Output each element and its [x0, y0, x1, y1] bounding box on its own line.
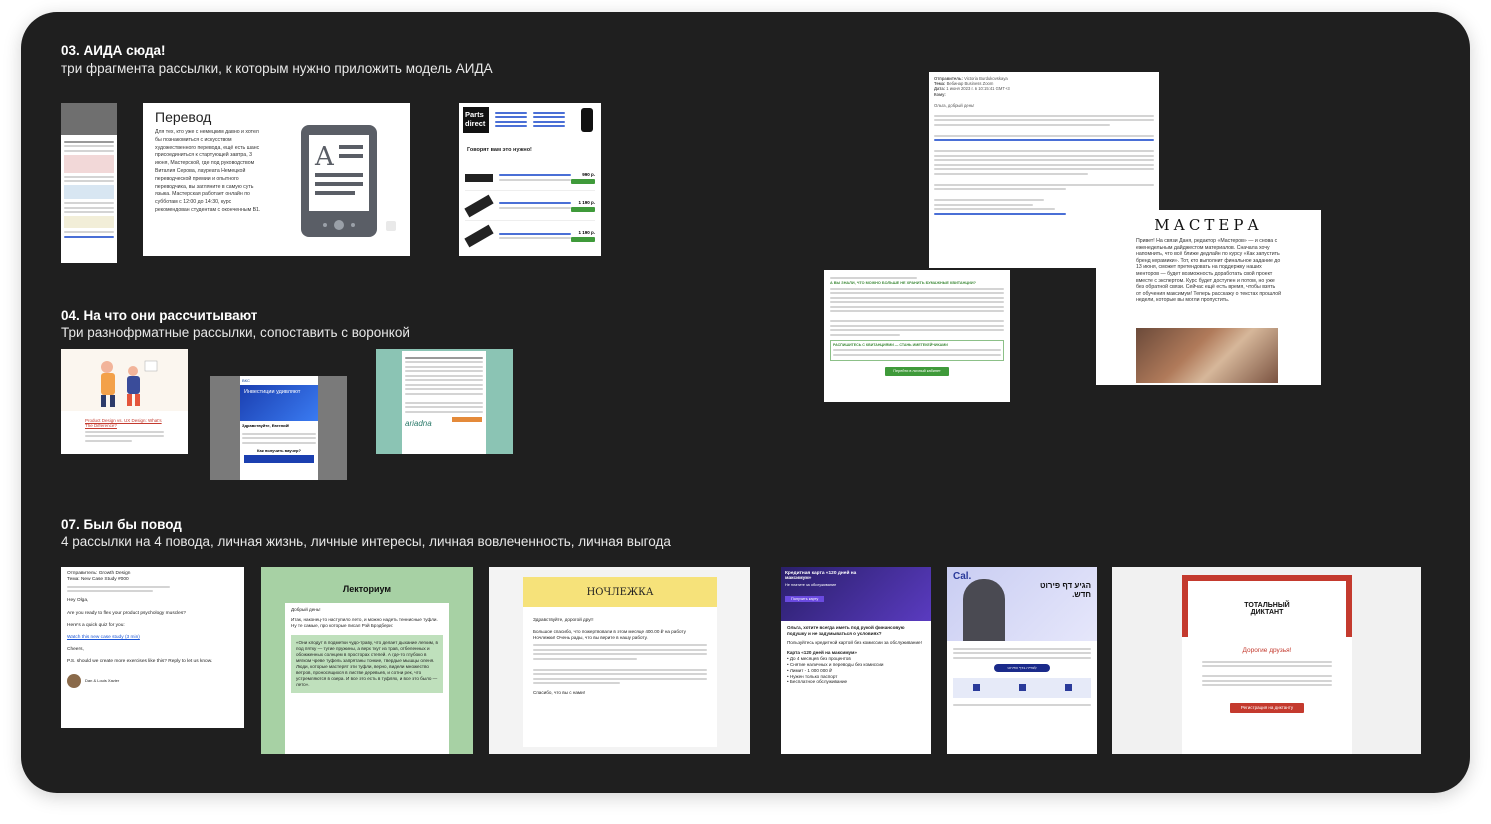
credit-banner: Кредитная карта «120 дней на максимум» — [785, 571, 857, 581]
battery-icon — [465, 173, 493, 182]
ebook-reader-icon: A — [301, 125, 377, 237]
kvit-section: РАСПИШИТЕСЬ С КВИТАНЦИЯМИ — СТАНЬ ИМЕТЕК… — [833, 342, 948, 347]
date-value: 1 июня 2023 г. в 10:15:41 GMT+3 — [946, 86, 1010, 92]
gd-quiz: Here's a quick quiz for you: — [67, 622, 125, 628]
credit-p: Пользуйтесь кредитной картой без комисси… — [787, 639, 922, 645]
price-1: 990 р. — [582, 171, 595, 177]
section-07-subtitle: 4 рассылки на 4 повода, личная жизнь, ли… — [61, 534, 671, 549]
perevod-title: Перевод — [155, 109, 212, 125]
to-label: Кому: — [934, 91, 946, 97]
greeting: Ольга, добрый день! — [934, 102, 975, 108]
vtb-banner: Инвестиции удивляют — [240, 385, 318, 421]
noch-greeting: Здравствуйте, дорогой друг! — [533, 617, 594, 622]
price-3: 1 190 р. — [578, 230, 595, 235]
price-2: 1 190 р. — [578, 199, 595, 205]
noch-body: Большое спасибо, что пожертвовали в этом… — [533, 629, 686, 641]
email-cal[interactable]: Cal. הגיע דף פירוט חדש. לצפייה בדף הפירו… — [947, 567, 1097, 754]
email-kvitancii[interactable]: А ВЫ ЗНАЛИ, ЧТО МОЖНО БОЛЬШЕ НЕ ХРАНИТЬ … — [824, 270, 1010, 402]
gd-link[interactable]: Watch this new case study (3 min) — [67, 635, 238, 641]
credit-item: Лимит - 1 000 000 ₽ — [789, 667, 833, 673]
email-vtb[interactable]: ВКС Инвестиции удивляют Здравствуйте, Ев… — [210, 376, 347, 480]
credit-item: Нужен только паспорт — [789, 673, 838, 679]
credit-sub: Не платите за обслуживание — [785, 583, 837, 587]
svg-text:A: A — [314, 142, 335, 172]
vtb-logo: ВКС — [242, 378, 250, 383]
section-03-title: 03. АИДА сюда! — [61, 43, 166, 58]
email-nochlezhka[interactable]: НОЧЛЕЖКА Здравствуйте, дорогой друг! Бол… — [489, 567, 750, 754]
gd-ps: P.S. should we create more exercises lik… — [67, 659, 213, 665]
gd-subject: Тема: New Case Study #000 — [67, 577, 129, 583]
battery-icon — [464, 194, 494, 217]
totalny-btn[interactable]: Регистрация на диктанту — [1230, 702, 1304, 713]
parts-headline: Говорят вам это нужно! — [467, 147, 532, 153]
parts-logo-2: direct — [465, 119, 486, 128]
vtb-greeting: Здравствуйте, Евгений! — [242, 423, 290, 428]
lek-body: Итак, наконец-то наступило лето, и можно… — [291, 617, 438, 628]
email-ariadna[interactable]: ariadna — [376, 349, 513, 454]
credit-item: До 4 месяцев без процентов — [789, 656, 851, 662]
credit-btn[interactable]: Получить карту — [785, 596, 825, 602]
battery-icon — [464, 224, 494, 248]
email-credit-card[interactable]: Кредитная карта «120 дней на максимум» Н… — [781, 567, 931, 754]
totalny-greeting: Дорогие друзья! — [1242, 647, 1292, 654]
illustration-people — [61, 349, 188, 411]
email-perevod[interactable]: Перевод Для тех, кто уже с немецким давн… — [143, 103, 410, 256]
cabinet-button[interactable]: Перейти в личный кабинет — [885, 367, 949, 376]
section-07-title: 07. Был бы повод — [61, 517, 182, 532]
gd-sign: Dan & Louis Xavier — [85, 677, 120, 683]
parts-logo-1: Parts — [465, 110, 484, 119]
phone-icon — [581, 108, 593, 132]
gd-hey: Hey Olga, — [67, 598, 89, 604]
email-lektorium[interactable]: Лекториум Добрый день! Итак, наконец-то … — [261, 567, 473, 754]
ceramics-photo — [1136, 328, 1278, 383]
totalny-logo: ТОТАЛЬНЫЙ ДИКТАНТ — [1244, 602, 1290, 616]
credit-item: Бесплатное обслуживание — [789, 679, 848, 685]
credit-item: Снятие наличных и переводы без комиссии — [789, 661, 884, 667]
gd-question: Are you ready to flex your product psych… — [67, 610, 186, 616]
lek-hello: Добрый день! — [291, 607, 321, 612]
lektorium-logo: Лекториум — [285, 575, 449, 603]
download-icon[interactable] — [386, 221, 396, 231]
pd-title[interactable]: Product Design vs. UX Design: What's The… — [85, 418, 164, 428]
kvit-heading: А ВЫ ЗНАЛИ, ЧТО МОЖНО БОЛЬШЕ НЕ ХРАНИТЬ … — [830, 281, 976, 285]
perevod-body: Для тех, кто уже с немецким давно и хоте… — [155, 129, 261, 213]
email-totalny-diktant[interactable]: ТОТАЛЬНЫЙ ДИКТАНТ Дорогие друзья! Регист… — [1112, 567, 1421, 754]
email-mastera[interactable]: МАСТЕРА Привет! На связи Даня, редактор … — [1096, 210, 1321, 385]
mastera-body: Привет! На связи Даня, редактор «Мастеро… — [1136, 238, 1281, 304]
email-growth-design[interactable]: Отправитель: Growth Design Тема: New Cas… — [61, 567, 244, 728]
cal-headline: הגיע דף פירוט חדש. — [1039, 581, 1091, 599]
email-thumb-long[interactable] — [61, 103, 117, 263]
person-photo — [963, 579, 1005, 641]
card-icon — [1018, 684, 1026, 691]
phone-icon — [1064, 684, 1072, 691]
credit-h: Ольга, хотите всегда иметь под рукой фин… — [787, 625, 905, 636]
calendar-icon — [972, 684, 980, 691]
section-03-subtitle: три фрагмента рассылки, к которым нужно … — [61, 61, 493, 76]
section-04-title: 04. На что они рассчитывают — [61, 308, 258, 323]
board: 03. АИДА сюда! три фрагмента рассылки, к… — [21, 12, 1470, 793]
vtb-question: Как получить ваучер? — [257, 448, 301, 453]
email-product-design[interactable]: Product Design vs. UX Design: What's The… — [61, 349, 188, 454]
cal-logo: Cal. — [953, 571, 972, 582]
avatar — [67, 673, 81, 688]
noch-sign: Спасибо, что вы с нами! — [533, 690, 585, 696]
section-04-subtitle: Три разнофрматные рассылки, сопоставить … — [61, 325, 410, 340]
lek-quote: «Они клодут в подметки чудо-траву, что д… — [291, 635, 443, 693]
gd-cheers: Cheers, — [67, 647, 84, 653]
cal-btn[interactable]: לצפייה בדף הפירוט — [994, 663, 1050, 672]
nochlezhka-logo: НОЧЛЕЖКА — [523, 577, 717, 607]
mastera-logo: МАСТЕРА — [1154, 216, 1263, 234]
email-parts-direct[interactable]: Parts direct Говорят вам это нужно! 990 … — [459, 103, 601, 256]
